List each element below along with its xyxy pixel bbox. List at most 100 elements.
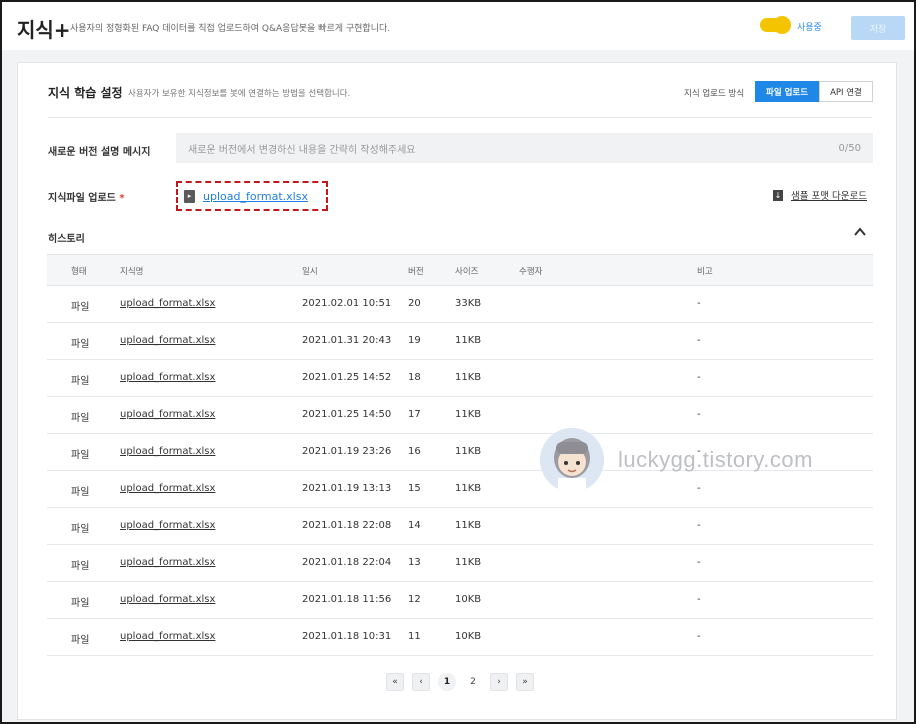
row-version: 14 xyxy=(408,520,421,531)
divider xyxy=(48,117,872,118)
message-label: 새로운 버전 설명 메시지 xyxy=(48,147,151,158)
row-type: 파일 xyxy=(71,598,90,609)
usage-toggle[interactable] xyxy=(760,16,791,34)
row-size: 11KB xyxy=(455,520,482,531)
row-file-link[interactable]: upload_format.xlsx xyxy=(120,298,215,309)
chevron-up-icon[interactable] xyxy=(852,224,868,240)
api-connect-tab[interactable]: API 연결 xyxy=(819,81,873,102)
row-date: 2021.01.25 14:52 xyxy=(302,372,392,383)
usage-toggle-label: 사용중 xyxy=(797,23,822,33)
uploaded-file-link[interactable]: upload_format.xlsx xyxy=(203,190,308,203)
row-type: 파일 xyxy=(71,450,90,461)
row-file-link[interactable]: upload_format.xlsx xyxy=(120,335,215,346)
row-file-link[interactable]: upload_format.xlsx xyxy=(120,557,215,568)
section-description: 사용자가 보유한 지식정보를 봇에 연결하는 방법을 선택합니다. xyxy=(128,89,351,99)
row-size: 11KB xyxy=(455,372,482,383)
row-type: 파일 xyxy=(71,524,90,535)
save-button[interactable]: 저장 xyxy=(851,16,905,40)
row-file-link[interactable]: upload_format.xlsx xyxy=(120,446,215,457)
row-type: 파일 xyxy=(71,413,90,424)
settings-card: 지식 학습 설정 사용자가 보유한 지식정보를 봇에 연결하는 방법을 선택합니… xyxy=(17,62,897,720)
row-note: - xyxy=(697,520,701,531)
row-date: 2021.01.31 20:43 xyxy=(302,335,392,346)
pagination: « ‹ 1 2 › » xyxy=(386,673,542,691)
page-1-button[interactable]: 1 xyxy=(438,673,456,691)
page-2-button[interactable]: 2 xyxy=(464,673,482,691)
row-file-link[interactable]: upload_format.xlsx xyxy=(120,483,215,494)
file-upload-label-text: 지식파일 업로드 xyxy=(48,193,116,204)
row-version: 12 xyxy=(408,594,421,605)
row-version: 17 xyxy=(408,409,421,420)
row-note: - xyxy=(697,631,701,642)
row-note: - xyxy=(697,557,701,568)
row-note: - xyxy=(697,335,701,346)
header-user: 수행자 xyxy=(519,267,543,277)
row-note: - xyxy=(697,372,701,383)
row-note: - xyxy=(697,446,701,457)
row-version: 13 xyxy=(408,557,421,568)
uploaded-file-box[interactable]: ▸ upload_format.xlsx xyxy=(176,181,328,211)
row-size: 11KB xyxy=(455,335,482,346)
row-file-link[interactable]: upload_format.xlsx xyxy=(120,520,215,531)
row-date: 2021.01.25 14:50 xyxy=(302,409,392,420)
sample-download-label: 샘플 포맷 다운로드 xyxy=(791,191,867,202)
history-table: 형태 지식명 일시 버전 사이즈 수행자 비고 파일 upload_format.… xyxy=(47,254,873,656)
app-title: 지식+ xyxy=(17,18,71,42)
header-date: 일시 xyxy=(302,267,318,277)
last-page-button[interactable]: » xyxy=(516,673,534,691)
section-title: 지식 학습 설정 xyxy=(48,86,123,100)
header-type: 형태 xyxy=(71,267,87,277)
file-upload-label: 지식파일 업로드 * xyxy=(48,189,125,204)
row-date: 2021.01.18 10:31 xyxy=(302,631,392,642)
top-bar: 지식+ 사용자의 정형화된 FAQ 데이터를 직접 업로드하여 Q&A응답봇을 … xyxy=(2,2,914,50)
table-header: 형태 지식명 일시 버전 사이즈 수행자 비고 xyxy=(47,254,873,286)
table-row: 파일 upload_format.xlsx 2021.01.31 20:43 19 11… xyxy=(47,323,873,360)
next-page-button[interactable]: › xyxy=(490,673,508,691)
header-version: 버전 xyxy=(408,267,424,277)
download-icon: ↓ xyxy=(773,189,783,201)
table-row: 파일 upload_format.xlsx 2021.01.25 14:50 17 11… xyxy=(47,397,873,434)
table-row: 파일 upload_format.xlsx 2021.01.19 23:26 16 11… xyxy=(47,434,873,471)
upload-method-toggle: 파일 업로드 API 연결 xyxy=(755,81,873,102)
header-note: 비고 xyxy=(697,267,713,277)
row-size: 11KB xyxy=(455,557,482,568)
message-placeholder: 새로운 버전에서 변경하신 내용을 간략히 작성해주세요 xyxy=(188,144,416,156)
row-size: 10KB xyxy=(455,631,482,642)
table-row: 파일 upload_format.xlsx 2021.01.18 10:31 11 10… xyxy=(47,619,873,656)
row-size: 11KB xyxy=(455,409,482,420)
row-version: 18 xyxy=(408,372,421,383)
header-size: 사이즈 xyxy=(455,267,479,277)
row-file-link[interactable]: upload_format.xlsx xyxy=(120,372,215,383)
row-file-link[interactable]: upload_format.xlsx xyxy=(120,631,215,642)
sample-download-link[interactable]: ↓ 샘플 포맷 다운로드 xyxy=(773,188,867,202)
prev-page-button[interactable]: ‹ xyxy=(412,673,430,691)
row-version: 19 xyxy=(408,335,421,346)
row-date: 2021.02.01 10:51 xyxy=(302,298,392,309)
row-file-link[interactable]: upload_format.xlsx xyxy=(120,594,215,605)
file-upload-tab[interactable]: 파일 업로드 xyxy=(755,81,820,102)
header-name: 지식명 xyxy=(120,267,144,277)
row-version: 15 xyxy=(408,483,421,494)
row-note: - xyxy=(697,594,701,605)
version-message-input[interactable]: 새로운 버전에서 변경하신 내용을 간략히 작성해주세요 0/50 xyxy=(176,133,873,163)
table-row: 파일 upload_format.xlsx 2021.01.18 11:56 12 10… xyxy=(47,582,873,619)
upload-method-label: 지식 업로드 방식 xyxy=(684,89,745,99)
app-description: 사용자의 정형화된 FAQ 데이터를 직접 업로드하여 Q&A응답봇을 빠르게 … xyxy=(70,24,391,34)
required-mark: * xyxy=(119,193,125,204)
row-size: 10KB xyxy=(455,594,482,605)
history-title: 히스토리 xyxy=(48,234,85,245)
row-type: 파일 xyxy=(71,302,90,313)
excel-file-icon: ▸ xyxy=(184,189,195,203)
row-size: 11KB xyxy=(455,446,482,457)
table-body: 파일 upload_format.xlsx 2021.02.01 10:51 20 33… xyxy=(47,286,873,656)
message-counter: 0/50 xyxy=(838,142,861,154)
row-version: 16 xyxy=(408,446,421,457)
table-row: 파일 upload_format.xlsx 2021.01.18 22:04 13 11… xyxy=(47,545,873,582)
row-type: 파일 xyxy=(71,487,90,498)
row-date: 2021.01.18 11:56 xyxy=(302,594,392,605)
row-size: 11KB xyxy=(455,483,482,494)
row-type: 파일 xyxy=(71,339,90,350)
row-file-link[interactable]: upload_format.xlsx xyxy=(120,409,215,420)
first-page-button[interactable]: « xyxy=(386,673,404,691)
row-date: 2021.01.19 13:13 xyxy=(302,483,392,494)
